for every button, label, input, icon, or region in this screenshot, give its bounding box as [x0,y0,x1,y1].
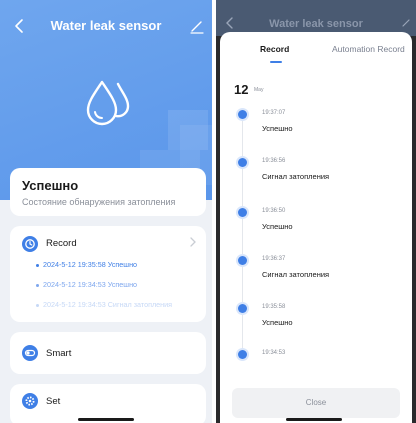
dimmed-header: Water leak sensor [216,0,416,36]
status-card: Успешно Состояние обнаружения затопления [10,168,206,216]
top-bar: Water leak sensor [0,14,212,38]
water-drops-icon [78,72,138,132]
timeline-line [242,116,243,356]
timeline-dot [238,304,247,313]
back-chevron-icon[interactable] [10,16,30,36]
timeline-text: Успешно [262,222,293,231]
gear-icon [22,393,38,409]
timeline-time: 19:34:53 [262,350,286,356]
record-list-item: 2024-5-12 19:34:53 Успешно [36,280,137,289]
home-indicator [286,418,342,421]
record-bottom-sheet: Record Automation Record 12 May 19:37:07… [220,32,412,423]
timeline-time: 19:37:07 [262,110,286,116]
record-sheet-screen: Water leak sensor Record Automation Reco… [216,0,416,423]
tab-record[interactable]: Record [260,44,289,54]
clock-icon [22,236,38,252]
active-tab-indicator [270,61,282,63]
timeline-dot [238,110,247,119]
timeline-text: Успешно [262,318,293,327]
toggle-icon [22,345,38,361]
timeline-text: Сигнал затопления [262,270,330,279]
timeline-time: 19:36:37 [262,256,286,262]
timeline-time: 19:36:56 [262,158,286,164]
date-day: 12 [234,82,249,97]
edit-pencil-icon [400,16,412,30]
date-month: May [254,87,264,93]
page-title: Water leak sensor [269,18,363,30]
smart-label: Smart [46,348,72,359]
tab-automation-record[interactable]: Automation Record [332,44,405,54]
record-list-item: 2024-5-12 19:35:58 Успешно [36,260,137,269]
timeline-dot [238,256,247,265]
timeline-text: Успешно [262,124,293,133]
home-indicator [78,418,134,421]
status-subtitle: Состояние обнаружения затопления [22,197,176,207]
chevron-right-icon[interactable] [188,236,198,251]
timeline-dot [238,158,247,167]
edit-pencil-icon[interactable] [188,16,206,36]
device-detail-screen: Water leak sensor Успешно Состояние обна… [0,0,212,423]
page-title: Water leak sensor [50,18,162,33]
timeline-time: 19:36:50 [262,208,286,214]
record-list-item: 2024-5-12 19:34:53 Сигнал затопления [36,300,172,309]
set-label: Set [46,396,61,407]
close-button[interactable]: Close [232,388,400,418]
smart-card[interactable]: Smart [10,332,206,374]
timeline-dot [238,350,247,359]
timeline-time: 19:35:58 [262,304,286,310]
back-chevron-icon [224,16,236,33]
timeline-dot [238,208,247,217]
status-title: Успешно [22,178,79,193]
record-label: Record [46,238,77,249]
timeline-text: Сигнал затопления [262,172,330,181]
record-card[interactable]: Record 2024-5-12 19:35:58 Успешно 2024-5… [10,226,206,322]
